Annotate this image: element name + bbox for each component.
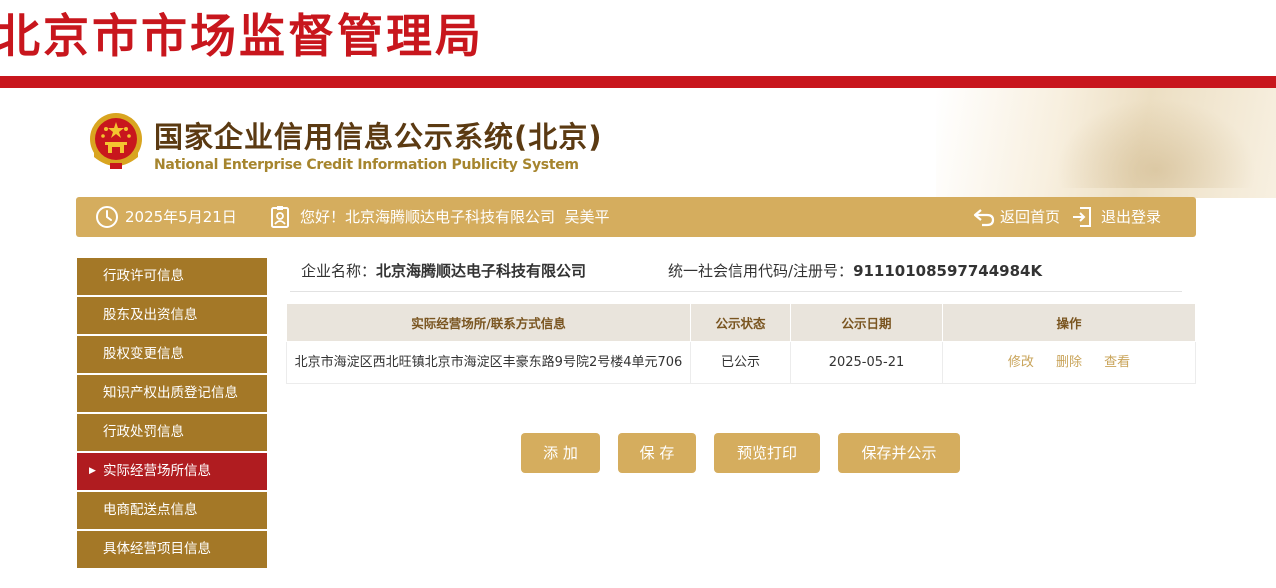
preview-print-button[interactable]: 预览打印 [714,433,820,473]
table-row: 北京市海淀区西北旺镇北京市海淀区丰豪东路9号院2号楼4单元706 已公示 202… [286,341,1196,384]
delete-link[interactable]: 删除 [1056,355,1082,370]
mountain-background [936,88,1276,198]
sidebar-item-admin-license[interactable]: 行政许可信息 [77,258,267,295]
company-name-label: 企业名称： [301,262,377,280]
column-header-address: 实际经营场所/联系方式信息 [286,303,691,342]
caret-right-icon: ▶ [89,466,96,476]
column-header-status: 公示状态 [690,303,791,342]
sidebar-item-ecommerce-delivery[interactable]: 电商配送点信息 [77,492,267,529]
company-name-value: 北京海腾顺达电子科技有限公司 [376,262,587,280]
save-publish-button[interactable]: 保存并公示 [838,433,960,473]
sidebar-item-label: 股东及出资信息 [103,307,198,323]
company-name-row: 企业名称：北京海腾顺达电子科技有限公司 [301,260,586,281]
credit-code-row: 统一社会信用代码/注册号：91110108597744984K [668,260,1042,281]
return-arrow-icon [973,209,995,227]
date-display: 2025年5月21日 [95,197,237,237]
divider [290,291,1182,292]
sidebar-item-ip-pledge[interactable]: 知识产权出质登记信息 [77,375,267,412]
clock-icon [96,206,118,228]
sidebar-item-label: 电商配送点信息 [103,502,198,518]
logout-link-label: 退出登录 [1101,208,1162,226]
credit-code-label: 统一社会信用代码/注册号： [668,262,854,280]
sidebar-item-label: 知识产权出质登记信息 [103,385,238,401]
actions-cell: 修改 删除 查看 [942,341,1196,384]
sidebar-item-label: 实际经营场所信息 [103,463,211,479]
sidebar-item-admin-penalty[interactable]: 行政处罚信息 [77,414,267,451]
table-header-row: 实际经营场所/联系方式信息 公示状态 公示日期 操作 [286,303,1196,342]
sidebar-item-shareholders[interactable]: 股东及出资信息 [77,297,267,334]
view-link[interactable]: 查看 [1104,355,1130,370]
sidebar-item-business-items[interactable]: 具体经营项目信息 [77,531,267,568]
credit-code-value: 91110108597744984K [853,262,1043,280]
logout-link[interactable]: 退出登录 [1071,197,1161,237]
info-bar: 2025年5月21日 您好！北京海腾顺达电子科技有限公司 吴美平 返回首页 退出… [76,197,1196,237]
bureau-title: 北京市市场监督管理局 [0,9,484,63]
add-button[interactable]: 添 加 [521,433,600,473]
sidebar-item-label: 具体经营项目信息 [103,541,211,557]
date-text: 2025年5月21日 [125,208,237,226]
sidebar-item-business-premises[interactable]: ▶ 实际经营场所信息 [77,453,267,490]
greeting-text: 您好！北京海腾顺达电子科技有限公司 吴美平 [300,208,610,226]
greeting: 您好！北京海腾顺达电子科技有限公司 吴美平 [270,197,610,237]
status-cell: 已公示 [690,341,791,384]
home-link[interactable]: 返回首页 [973,197,1060,237]
sidebar-item-label: 行政处罚信息 [103,424,184,440]
column-header-date: 公示日期 [790,303,943,342]
save-button[interactable]: 保 存 [618,433,696,473]
logout-icon [1073,207,1091,227]
date-cell: 2025-05-21 [790,341,943,384]
address-cell: 北京市海淀区西北旺镇北京市海淀区丰豪东路9号院2号楼4单元706 [286,341,691,384]
edit-link[interactable]: 修改 [1008,355,1034,370]
system-title-english: National Enterprise Credit Information P… [154,157,579,173]
user-badge-icon [271,206,289,228]
premises-table: 实际经营场所/联系方式信息 公示状态 公示日期 操作 北京市海淀区西北旺镇北京市… [286,303,1196,384]
sidebar-item-label: 股权变更信息 [103,346,184,362]
system-title: 国家企业信用信息公示系统(北京) [154,120,603,154]
sidebar-item-label: 行政许可信息 [103,268,184,284]
red-stripe [0,76,1276,88]
national-emblem-icon [90,113,142,169]
column-header-actions: 操作 [942,303,1196,342]
sidebar-item-equity-change[interactable]: 股权变更信息 [77,336,267,373]
top-banner: 北京市市场监督管理局 [0,0,1276,88]
home-link-label: 返回首页 [1000,208,1061,226]
sidebar-nav: 行政许可信息 股东及出资信息 股权变更信息 知识产权出质登记信息 行政处罚信息 … [77,258,267,570]
